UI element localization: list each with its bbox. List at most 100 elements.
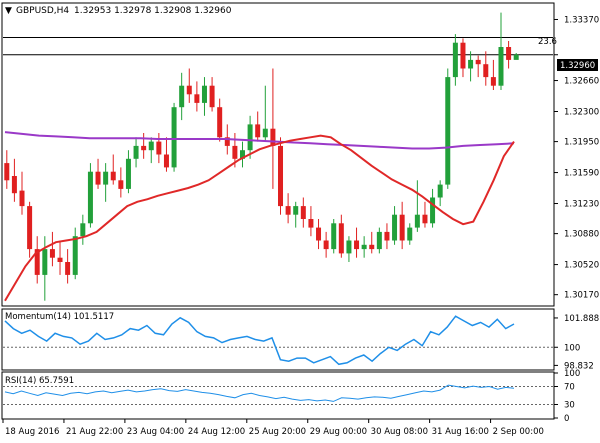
candle-body <box>498 47 504 86</box>
candle-body <box>331 223 337 250</box>
candle-body <box>354 240 360 250</box>
candle-body <box>338 223 344 254</box>
current-price-value: 1.32960 <box>560 61 595 71</box>
candle-body <box>384 231 390 241</box>
rsi-tick-label: 30 <box>564 401 575 411</box>
candle-body <box>201 85 207 103</box>
candle-body <box>19 190 25 207</box>
candle-body <box>460 42 466 69</box>
candle-body <box>57 257 63 262</box>
rsi-panel-frame <box>1 371 555 420</box>
candle-body <box>194 94 200 103</box>
candle-body <box>4 163 10 181</box>
candle-body <box>285 206 291 215</box>
time-tick-label: 31 Aug 16:00 <box>432 427 489 437</box>
header-expand-icon[interactable]: ▼ <box>5 6 12 16</box>
candle-body <box>118 180 124 189</box>
time-tick-label: 24 Aug 12:00 <box>188 427 245 437</box>
rsi-tick-label: 100 <box>564 369 580 379</box>
candle-body <box>346 240 352 254</box>
candle-body <box>186 85 192 95</box>
fib-level-label: 23.6 <box>538 37 557 47</box>
time-tick-label: 23 Aug 04:00 <box>127 427 184 437</box>
price-tick-label: 1.31590 <box>564 169 599 179</box>
momentum-line <box>4 315 515 366</box>
candle-body <box>125 158 131 189</box>
candle-body <box>361 244 367 250</box>
candle-body <box>437 184 443 198</box>
time-tick-label: 25 Aug 20:00 <box>249 427 306 437</box>
candle-body <box>209 85 215 108</box>
candle-body <box>133 145 139 159</box>
candle-body <box>369 244 375 250</box>
candle-body <box>156 141 162 155</box>
sma-fast-line <box>4 134 515 302</box>
candle-body <box>11 176 17 194</box>
candle-body <box>399 214 405 241</box>
candle-body <box>27 206 33 250</box>
candle-body <box>65 262 71 275</box>
candle-body <box>163 154 169 168</box>
candle-body <box>414 214 420 228</box>
candle-body <box>42 249 48 275</box>
candle-body <box>232 145 238 159</box>
candle-body <box>490 77 496 86</box>
candle-body <box>270 128 276 146</box>
candle-body <box>430 197 436 224</box>
candle-body <box>87 171 93 224</box>
candle-body <box>506 47 512 60</box>
axes: 1.33370 1.32660 1.32300 1.31950 1.31590 1.312… <box>2 15 599 437</box>
candle-body <box>72 236 78 275</box>
candle-body <box>247 124 253 151</box>
candle-body <box>80 223 86 237</box>
candle-body <box>148 141 154 151</box>
price-tick-label: 1.33370 <box>564 15 599 25</box>
rsi-plot <box>3 384 553 405</box>
time-tick-label: 18 Aug 2016 <box>5 427 59 437</box>
candle-body <box>483 64 489 78</box>
time-tick-label: 2 Sep 00:00 <box>493 427 544 437</box>
price-tick-label: 1.31230 <box>564 200 599 210</box>
candle-body <box>422 214 428 224</box>
candle-body <box>103 171 109 185</box>
time-tick-label: 21 Aug 22:00 <box>66 427 123 437</box>
candle-body <box>255 124 261 138</box>
candle-body <box>300 206 306 219</box>
candle-body <box>376 231 382 250</box>
candle-body <box>452 42 458 78</box>
price-tick-label: 1.30880 <box>564 230 599 240</box>
candle-body <box>95 171 101 185</box>
candle-body <box>468 59 474 69</box>
candle-body <box>407 227 413 241</box>
candle-body <box>217 107 223 138</box>
candle-body <box>278 145 284 207</box>
candle-body <box>262 128 268 138</box>
momentum-tick-label: 100 <box>564 343 580 353</box>
price-tick-label: 1.30170 <box>564 291 599 301</box>
price-tick-label: 1.32300 <box>564 108 599 118</box>
candle-body <box>110 171 116 181</box>
symbol-label: GBPUSD,H4 <box>16 6 69 16</box>
candle-body <box>475 59 481 65</box>
quote-values: 1.32953 1.32978 1.32908 1.32960 <box>74 6 232 16</box>
candle-body <box>49 249 55 258</box>
price-tick-label: 1.31950 <box>564 138 599 148</box>
candle-body <box>445 77 451 185</box>
price-tick-label: 1.30520 <box>564 261 599 271</box>
candle-body <box>308 219 314 228</box>
price-plot <box>3 12 553 302</box>
candle-body <box>392 214 398 241</box>
momentum-plot <box>3 315 553 366</box>
candle-body <box>316 227 322 241</box>
candle-body <box>323 240 329 250</box>
momentum-tick-label: 101.888 <box>564 314 599 324</box>
candle-body <box>293 206 299 215</box>
candle-body <box>141 145 147 151</box>
candle-body <box>171 107 177 168</box>
momentum-title: Momentum(14) 101.5117 <box>5 312 114 322</box>
chart-canvas: ▼ GBPUSD,H4 1.32953 1.32978 1.32908 1.32… <box>1 2 599 437</box>
price-tick-label: 1.32660 <box>564 77 599 87</box>
candle-body <box>179 85 185 108</box>
rsi-line <box>4 384 515 402</box>
rsi-tick-label: 70 <box>564 383 575 393</box>
